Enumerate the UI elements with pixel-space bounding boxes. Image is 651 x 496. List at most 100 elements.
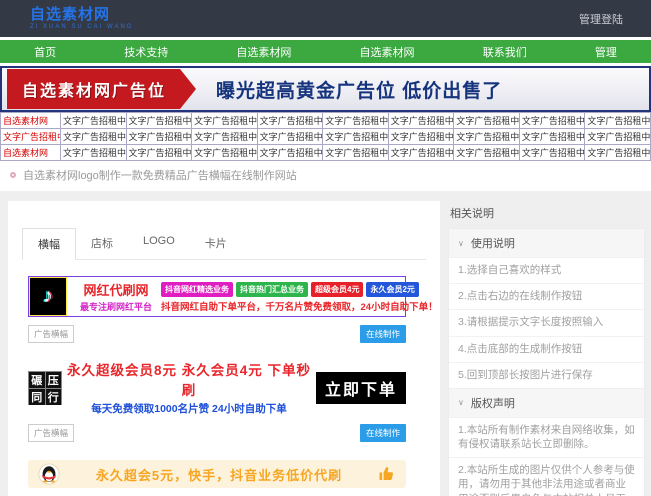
text-ad-cell[interactable]: 文字广告招租中 [585,113,651,129]
text-ad-cell[interactable]: 文字广告招租中 [257,145,323,161]
banner2-line2: 每天免费领取1000名片赞 24小时自助下单 [62,401,316,416]
text-ad-cell[interactable]: 文字广告招租中 [126,129,192,145]
banner1-badges: 抖音网红精选业务抖音热门汇总业务超级会员4元永久会员2元 [161,282,438,297]
section-copyright-title: 版权声明 [471,395,515,411]
usage-item: 3.请根据提示文字长度按照输入 [449,309,644,335]
ad-banner-ribbon: 自选素材网广告位 [7,69,196,109]
text-ad-cell[interactable]: 文字广告招租中 [454,145,520,161]
banner1-title: 网红代刷网 [71,280,161,299]
text-ad-cell[interactable]: 文字广告招租中 [519,145,585,161]
badge: 超级会员4元 [311,282,363,297]
text-ad-cell[interactable]: 文字广告招租中 [126,113,192,129]
text-ad-cell[interactable]: 文字广告招租中 [192,113,258,129]
banner1-tagline: 抖音网红自助下单平台，千万名片赞免费领取，24小时自助下单！ [161,299,438,313]
top-header: 自选素材网 ZI XUAN SU CAI WANG 管理登陆 [0,0,651,37]
usage-item: 1.选择自己喜欢的样式 [449,257,644,283]
category-tabs: 横幅店标LOGO卡片 [22,227,426,260]
usage-item: 4.点击底部的生成制作按钮 [449,336,644,362]
text-ad-cell[interactable]: 文字广告招租中 [61,113,127,129]
text-ad-cell[interactable]: 文字广告招租中 [323,145,389,161]
banner-item-douyin[interactable]: ♪ 网红代刷网 抖音网红精选业务抖音热门汇总业务超级会员4元永久会员2元 最专注… [28,276,406,317]
breadcrumb: 自选素材网logo制作一款免费精品广告横幅在线制作网站 [0,161,651,191]
text-ad-cell[interactable]: 文字广告招租中 [388,129,454,145]
ad-type-label: 广告横幅 [28,325,74,343]
badge: 抖音热门汇总业务 [236,282,308,297]
text-ad-cell[interactable]: 文字广告招租中 [454,129,520,145]
section-usage-title: 使用说明 [471,235,515,251]
thumbs-up-icon [378,465,396,483]
site-logo[interactable]: 自选素材网 ZI XUAN SU CAI WANG [30,7,133,30]
order-now-button[interactable]: 立即下单 [316,372,406,404]
site-logo-title: 自选素材网 [30,7,133,22]
banner-item-vip[interactable]: 碾压同行 永久超级会员8元 永久会员4元 下单秒刷 每天免费领取1000名片赞 … [28,359,406,416]
usage-item: 5.回到顶部长按图片进行保存 [449,362,644,388]
nav-item[interactable]: 管理 [587,44,625,60]
text-ad-cell[interactable]: 文字广告招租中 [126,145,192,161]
banner1-subtitle: 最专注刷网红平台 [71,300,161,313]
top-ad-banner[interactable]: 自选素材网广告位 曝光超高黄金广告位 低价出售了 [0,66,651,112]
section-copyright-items: 1.本站所有制作素材来自网络收集，如有侵权请联系站长立即删除。2.本站所生成的图… [449,417,644,496]
text-ad-row: 自选素材网 文字广告招租中文字广告招租中文字广告招租中文字广告招租中文字广告招租… [1,113,651,129]
ad-banner-headline: 曝光超高黄金广告位 低价出售了 [216,76,502,103]
text-ad-cell[interactable]: 文字广告招租中 [257,129,323,145]
text-ad-cell[interactable]: 文字广告招租中 [519,129,585,145]
main-nav: 首页 技术支持 自选素材网 自选素材网 联系我们 管理 [0,40,651,63]
badge: 永久会员2元 [366,282,418,297]
text-ad-cell[interactable]: 文字广告招租中 [585,129,651,145]
tab[interactable]: 卡片 [190,228,242,260]
badge: 抖音网红精选业务 [161,282,233,297]
text-ad-row-label[interactable]: 自选素材网 [1,145,61,161]
text-ad-cell[interactable]: 文字广告招租中 [61,145,127,161]
tab[interactable]: 店标 [76,228,128,260]
text-ad-cell[interactable]: 文字广告招租中 [388,113,454,129]
text-ad-row: 自选素材网 文字广告招租中文字广告招租中文字广告招租中文字广告招租中文字广告招租… [1,145,651,161]
copyright-item: 1.本站所有制作素材来自网络收集，如有侵权请联系站长立即删除。 [449,417,644,457]
text-ad-row-label[interactable]: 文字广告招租中 [1,129,61,145]
admin-login-link[interactable]: 管理登陆 [579,11,623,27]
nav-item[interactable]: 首页 [26,44,64,60]
text-ad-cell[interactable]: 文字广告招租中 [323,113,389,129]
sidebar: 相关说明 ∨ 使用说明 1.选择自己喜欢的样式2.点击右边的在线制作按钮3.请根… [448,201,645,496]
text-ad-cell[interactable]: 文字广告招租中 [454,113,520,129]
section-usage-header[interactable]: ∨ 使用说明 [449,229,644,257]
text-ad-cell[interactable]: 文字广告招租中 [519,113,585,129]
banner2-line1: 永久超级会员8元 永久会员4元 下单秒刷 [62,359,316,399]
tiktok-logo-icon: ♪ [29,277,67,316]
chevron-down-icon: ∨ [458,239,464,248]
banner-item-kuaishou[interactable]: 永久超会5元，快手，抖音业务低价代刷 [28,460,406,488]
banner3-text: 永久超会5元，快手，抖音业务低价代刷 [60,465,378,484]
text-ad-cell[interactable]: 文字广告招租中 [323,129,389,145]
nianya-logo-icon: 碾压同行 [28,371,62,405]
text-ad-table: 自选素材网 文字广告招租中文字广告招租中文字广告招租中文字广告招租中文字广告招租… [0,112,651,161]
text-ad-cell[interactable]: 文字广告招租中 [388,145,454,161]
nav-item[interactable]: 自选素材网 [352,44,423,60]
chevron-down-icon: ∨ [458,398,464,407]
tab[interactable]: LOGO [128,228,190,260]
page-title: 自选素材网logo制作一款免费精品广告横幅在线制作网站 [23,167,297,183]
nav-item[interactable]: 自选素材网 [228,44,299,60]
text-ad-cell[interactable]: 文字广告招租中 [257,113,323,129]
nav-item[interactable]: 技术支持 [116,44,176,60]
text-ad-row: 文字广告招租中 文字广告招租中文字广告招租中文字广告招租中文字广告招租中文字广告… [1,129,651,145]
copyright-item: 2.本站所生成的图片仅供个人参考与使用，请勿用于其他非法用途或者商业用途否则后果… [449,457,644,496]
penguin-icon [38,463,60,485]
nav-item[interactable]: 联系我们 [475,44,535,60]
breadcrumb-icon [10,172,16,178]
text-ad-cell[interactable]: 文字广告招租中 [192,129,258,145]
ad-type-label: 广告横幅 [28,424,74,442]
section-usage-items: 1.选择自己喜欢的样式2.点击右边的在线制作按钮3.请根据提示文字长度按照输入4… [449,257,644,388]
make-online-button[interactable]: 在线制作 [360,325,406,343]
make-online-button[interactable]: 在线制作 [360,424,406,442]
text-ad-cell[interactable]: 文字广告招租中 [61,129,127,145]
section-copyright-header[interactable]: ∨ 版权声明 [449,388,644,417]
site-logo-subtitle: ZI XUAN SU CAI WANG [30,24,133,30]
content-area: 横幅店标LOGO卡片 ♪ 网红代刷网 抖音网红精选业务抖音热门汇总业务超级会员4… [0,191,651,496]
text-ad-cell[interactable]: 文字广告招租中 [585,145,651,161]
usage-item: 2.点击右边的在线制作按钮 [449,283,644,309]
text-ad-row-label[interactable]: 自选素材网 [1,113,61,129]
sidebar-box: ∨ 使用说明 1.选择自己喜欢的样式2.点击右边的在线制作按钮3.请根据提示文字… [448,228,645,496]
text-ad-cell[interactable]: 文字广告招租中 [192,145,258,161]
main-panel: 横幅店标LOGO卡片 ♪ 网红代刷网 抖音网红精选业务抖音热门汇总业务超级会员4… [8,201,440,496]
tab[interactable]: 横幅 [22,228,76,260]
sidebar-title: 相关说明 [450,205,645,221]
